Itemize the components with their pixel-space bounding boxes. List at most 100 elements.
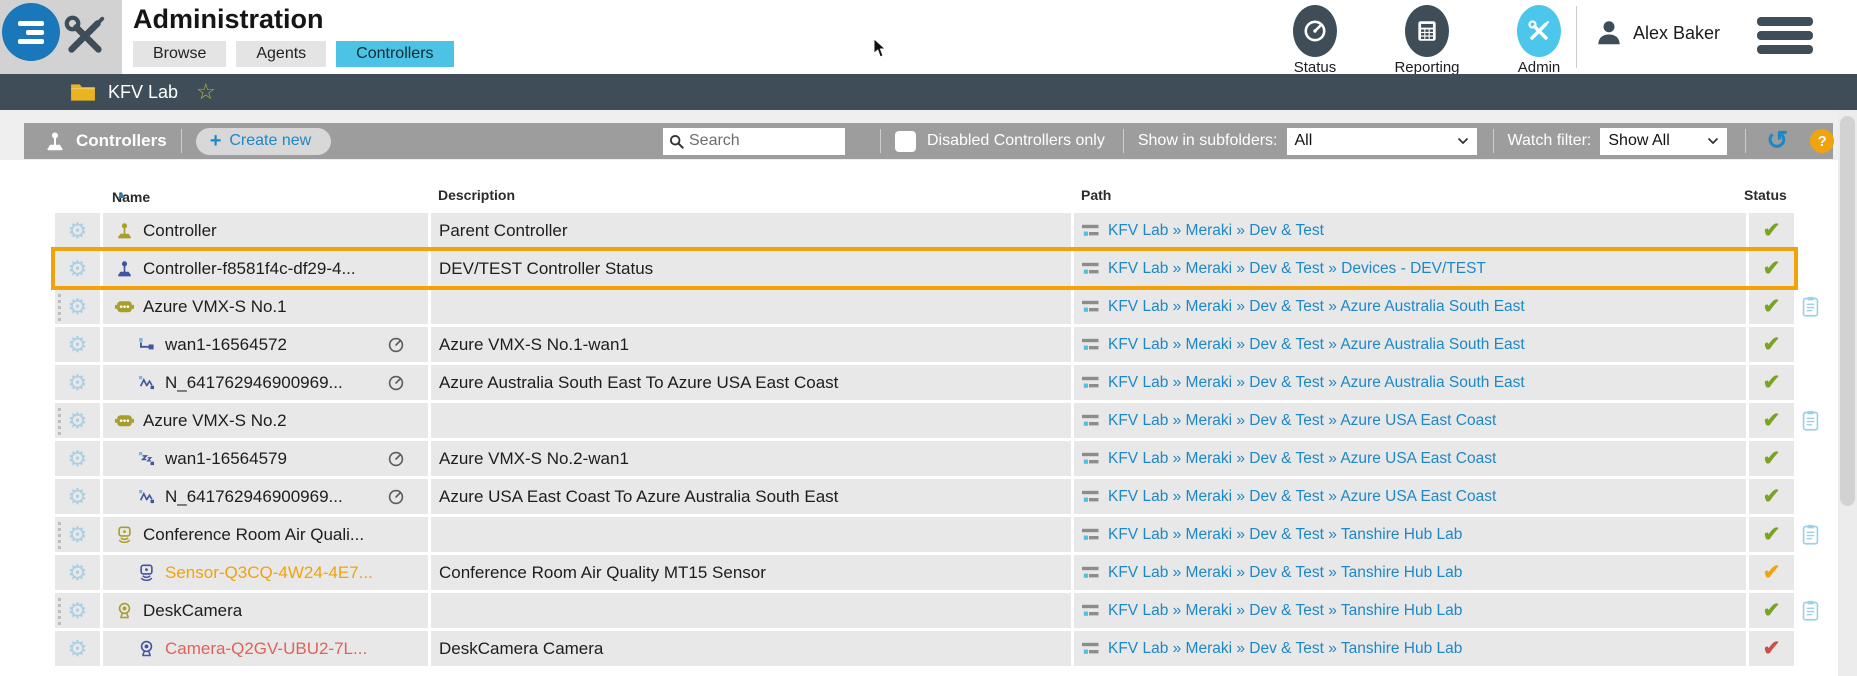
- scrollbar-thumb[interactable]: [1840, 116, 1855, 506]
- table-row[interactable]: ⚙ Azure VMX-S No.1 KFV Lab » Meraki » De…: [55, 289, 1819, 324]
- tab-browse[interactable]: Browse: [133, 41, 227, 67]
- sitemap-icon: [1082, 604, 1100, 617]
- row-name: N_641762946900969...: [165, 486, 343, 506]
- row-path-link[interactable]: KFV Lab » Meraki » Dev & Test » Azure US…: [1108, 412, 1496, 430]
- tab-controllers[interactable]: Controllers: [336, 41, 454, 67]
- joystick-icon: [113, 222, 135, 239]
- clipboard-icon[interactable]: [1802, 296, 1819, 317]
- chevron-down-icon: [1457, 137, 1469, 145]
- table-row[interactable]: ⚙ Azure VMX-S No.2 KFV Lab » Meraki » De…: [55, 403, 1819, 438]
- gear-icon[interactable]: ⚙: [68, 295, 88, 318]
- row-path-link[interactable]: KFV Lab » Meraki » Dev & Test: [1108, 222, 1324, 240]
- row-name: Camera-Q2GV-UBU2-7L...: [165, 638, 368, 658]
- gear-icon[interactable]: ⚙: [68, 371, 88, 394]
- clipboard-icon[interactable]: [1802, 600, 1819, 621]
- menu-logo-icon[interactable]: [2, 3, 60, 61]
- row-path-link[interactable]: KFV Lab » Meraki » Dev & Test » Tanshire…: [1108, 526, 1462, 544]
- row-description: [431, 289, 1071, 324]
- row-path-link[interactable]: KFV Lab » Meraki » Dev & Test » Tanshire…: [1108, 602, 1462, 620]
- gear-icon[interactable]: ⚙: [68, 523, 88, 546]
- row-description: Azure VMX-S No.1-wan1: [431, 327, 1071, 362]
- drag-handle-icon[interactable]: [58, 522, 61, 549]
- table-row[interactable]: ⚙ N_641762946900969... Azure USA East Co…: [55, 479, 1819, 514]
- gear-icon[interactable]: ⚙: [68, 257, 88, 280]
- sensor-icon: [135, 564, 157, 581]
- gear-icon[interactable]: ⚙: [68, 333, 88, 356]
- gauge-metric-icon: [388, 375, 404, 391]
- row-name: N_641762946900969...: [165, 372, 343, 392]
- row-path-link[interactable]: KFV Lab » Meraki » Dev & Test » Azure Au…: [1108, 298, 1525, 316]
- table-row[interactable]: ⚙ DeskCamera KFV Lab » Meraki » Dev & Te…: [55, 593, 1819, 628]
- nav-status[interactable]: Status: [1280, 5, 1350, 76]
- clipboard-icon[interactable]: [1802, 524, 1819, 545]
- gear-icon[interactable]: ⚙: [68, 561, 88, 584]
- vertical-scrollbar[interactable]: [1838, 110, 1857, 676]
- sitemap-icon: [1082, 376, 1100, 389]
- gear-icon[interactable]: ⚙: [68, 485, 88, 508]
- drag-handle-icon[interactable]: [58, 598, 61, 625]
- user-menu[interactable]: Alex Baker: [1594, 18, 1720, 48]
- row-path-link[interactable]: KFV Lab » Meraki » Dev & Test » Tanshire…: [1108, 640, 1462, 658]
- disabled-only-label: Disabled Controllers only: [927, 132, 1105, 149]
- gear-icon[interactable]: ⚙: [68, 637, 88, 660]
- table-row[interactable]: ⚙ Sensor-Q3CQ-4W24-4E7... Conference Roo…: [55, 555, 1819, 590]
- row-path-link[interactable]: KFV Lab » Meraki » Dev & Test » Devices …: [1108, 260, 1486, 278]
- gauge-icon: [1293, 5, 1337, 57]
- row-path-link[interactable]: KFV Lab » Meraki » Dev & Test » Azure Au…: [1108, 336, 1525, 354]
- search-input[interactable]: [689, 132, 829, 150]
- nav-admin[interactable]: Admin: [1504, 5, 1574, 76]
- location-name: KFV Lab: [108, 81, 179, 102]
- column-description[interactable]: Description: [438, 187, 515, 203]
- help-icon[interactable]: ?: [1810, 129, 1835, 153]
- gear-icon[interactable]: ⚙: [68, 409, 88, 432]
- subfolders-select[interactable]: All: [1286, 127, 1477, 155]
- camera-icon: [113, 602, 135, 619]
- status-check-icon: ✔: [1762, 409, 1781, 432]
- robot-icon: [113, 414, 135, 428]
- row-description: [431, 593, 1071, 628]
- gear-icon[interactable]: ⚙: [68, 599, 88, 622]
- status-check-icon: ✔: [1762, 257, 1781, 280]
- column-path[interactable]: Path: [1081, 187, 1111, 203]
- person-icon: [1594, 18, 1624, 48]
- drag-handle-icon[interactable]: [58, 294, 61, 321]
- row-path-link[interactable]: KFV Lab » Meraki » Dev & Test » Tanshire…: [1108, 564, 1462, 582]
- table-row[interactable]: ⚙ Camera-Q2GV-UBU2-7L... DeskCamera Came…: [55, 631, 1819, 666]
- row-path-link[interactable]: KFV Lab » Meraki » Dev & Test » Azure Au…: [1108, 374, 1525, 392]
- hamburger-menu-icon[interactable]: [1757, 17, 1813, 54]
- table-row[interactable]: ⚙ Controller-f8581f4c-df29-4... DEV/TEST…: [55, 251, 1819, 286]
- table-row[interactable]: ⚙ Conference Room Air Quali... KFV Lab »…: [55, 517, 1819, 552]
- table-row[interactable]: ⚙ wan1-16564579 Azure VMX-S No.2-wan1 KF…: [55, 441, 1819, 476]
- disabled-only-checkbox[interactable]: [895, 130, 916, 152]
- row-path-link[interactable]: KFV Lab » Meraki » Dev & Test » Azure US…: [1108, 488, 1496, 506]
- watch-filter-select[interactable]: Show All: [1600, 127, 1728, 155]
- sitemap-icon: [1082, 224, 1100, 237]
- sitemap-icon: [1082, 566, 1100, 579]
- gear-icon[interactable]: ⚙: [68, 447, 88, 470]
- plus-icon: +: [209, 130, 222, 152]
- row-path-link[interactable]: KFV Lab » Meraki » Dev & Test » Azure US…: [1108, 450, 1496, 468]
- row-description: DEV/TEST Controller Status: [431, 251, 1071, 286]
- clipboard-icon[interactable]: [1802, 410, 1819, 431]
- sitemap-icon: [1082, 528, 1100, 541]
- table-row[interactable]: ⚙ Controller Parent Controller KFV Lab »…: [55, 213, 1819, 248]
- drag-handle-icon[interactable]: [58, 408, 61, 435]
- sitemap-icon: [1082, 338, 1100, 351]
- table-header: Name ▲ Description Path Status: [112, 187, 1787, 205]
- tab-agents[interactable]: Agents: [236, 41, 327, 67]
- row-name: Azure VMX-S No.2: [143, 410, 287, 430]
- row-description: DeskCamera Camera: [431, 631, 1071, 666]
- table-row[interactable]: ⚙ N_641762946900969... Azure Australia S…: [55, 365, 1819, 400]
- joystick-icon: [113, 260, 135, 277]
- sort-asc-icon: ▲: [116, 189, 127, 201]
- nav-reporting[interactable]: Reporting: [1392, 5, 1462, 76]
- create-new-button[interactable]: + Create new: [195, 127, 332, 155]
- gauge-metric-icon: [388, 451, 404, 467]
- folder-icon: [70, 82, 96, 102]
- gear-icon[interactable]: ⚙: [68, 219, 88, 242]
- column-status[interactable]: Status: [1744, 187, 1787, 203]
- refresh-icon[interactable]: ↺: [1766, 127, 1788, 153]
- favorite-star-icon[interactable]: ☆: [196, 81, 216, 103]
- mouse-cursor: [873, 38, 887, 58]
- table-row[interactable]: ⚙ wan1-16564572 Azure VMX-S No.1-wan1 KF…: [55, 327, 1819, 362]
